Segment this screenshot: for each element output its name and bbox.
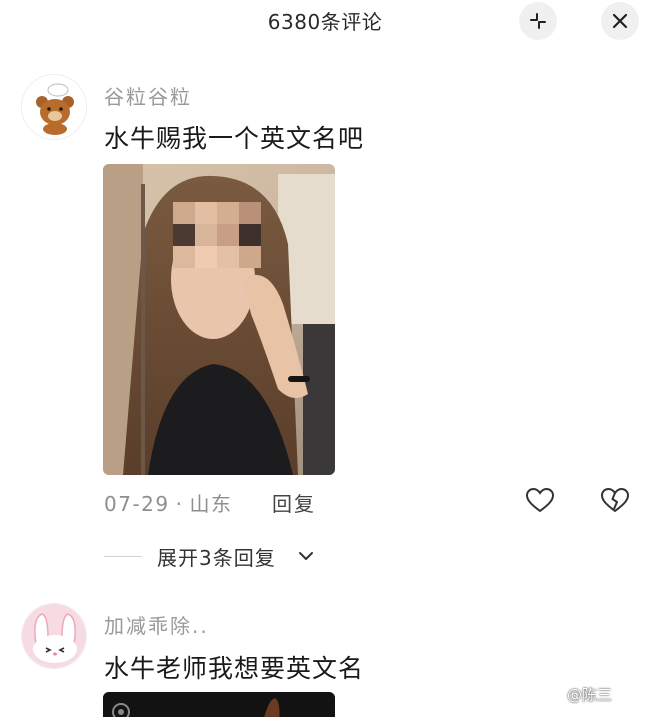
- reply-button[interactable]: 回复: [272, 488, 316, 517]
- comment-username[interactable]: 加减乖除..: [104, 610, 209, 639]
- bunny-avatar: [22, 604, 86, 668]
- collapse-icon: [530, 13, 546, 29]
- dark-photo: [103, 692, 335, 717]
- expand-replies-label: 展开3条回复: [157, 546, 276, 570]
- close-button[interactable]: [601, 2, 639, 40]
- close-icon: [612, 13, 628, 29]
- heart-icon: [525, 487, 555, 513]
- avatar[interactable]: [21, 74, 87, 140]
- meta-separator: ·: [175, 492, 184, 516]
- comment-meta: 07-29 · 山东: [104, 488, 232, 517]
- like-button[interactable]: [524, 484, 556, 520]
- expand-divider: [104, 556, 142, 557]
- avatar[interactable]: [21, 603, 87, 669]
- portrait-photo: [103, 164, 335, 475]
- comment-username[interactable]: 谷粒谷粒: [104, 81, 192, 110]
- watermark: @陈三: [567, 686, 613, 704]
- comment-date: 07-29: [104, 492, 170, 516]
- comment-photo[interactable]: [103, 692, 335, 717]
- bear-chef-avatar: [22, 75, 86, 139]
- comments-header: 6380条评论: [0, 0, 650, 44]
- dislike-button[interactable]: [599, 484, 631, 520]
- broken-heart-icon: [600, 487, 630, 513]
- comment-text: 水牛老师我想要英文名: [104, 654, 365, 683]
- chevron-down-icon: [299, 552, 313, 560]
- comment-location: 山东: [189, 492, 233, 516]
- comment-photo[interactable]: [103, 164, 335, 475]
- collapse-button[interactable]: [519, 2, 557, 40]
- comment-text: 水牛赐我一个英文名吧: [104, 124, 365, 153]
